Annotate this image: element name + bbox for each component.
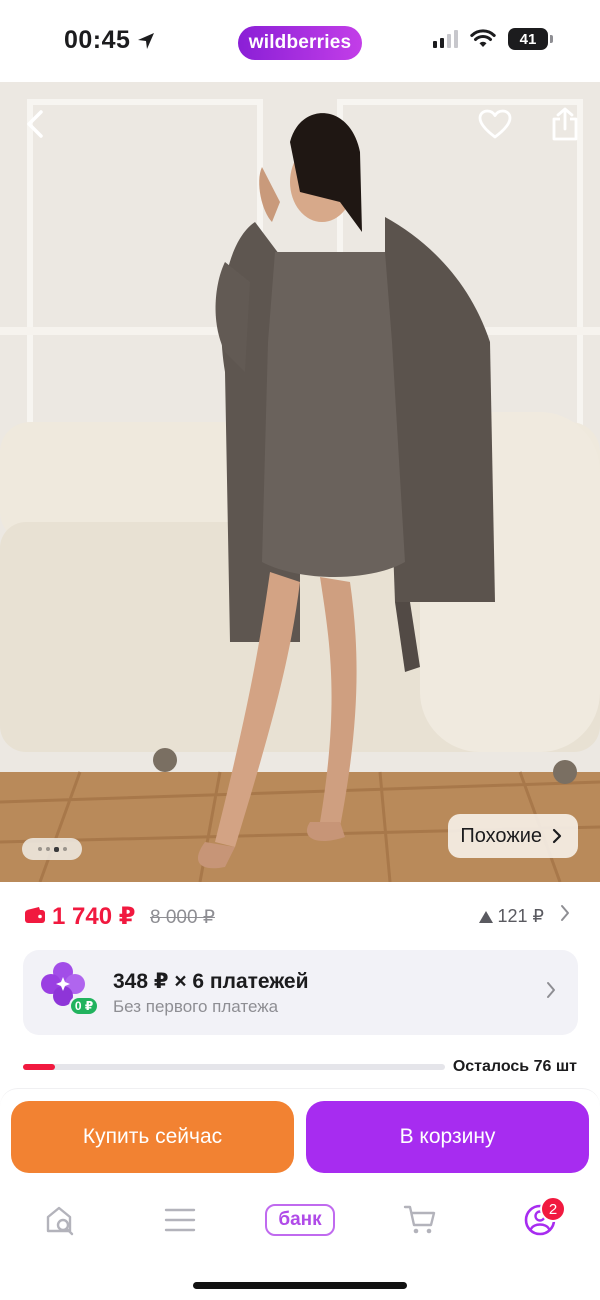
price-row[interactable]: 1 740 ₽ 8 000 ₽ 121 ₽ [0, 882, 600, 948]
add-to-cart-button[interactable]: В корзину [306, 1101, 589, 1173]
chevron-right-icon [561, 905, 569, 921]
home-indicator [193, 1282, 407, 1289]
favorite-button[interactable] [473, 102, 517, 146]
bank-logo: банк [265, 1204, 335, 1236]
tab-cart[interactable] [390, 1198, 450, 1242]
profile-notification-badge: 2 [540, 1196, 566, 1222]
purchase-actions: Купить сейчас В корзину [0, 1088, 600, 1188]
profile-badge-count: 2 [548, 1200, 558, 1218]
menu-icon [164, 1208, 196, 1232]
zero-payment-badge-text: 0 ₽ [74, 999, 94, 1013]
heart-icon [478, 109, 512, 139]
status-bar: 00:45 wildberries 41 [0, 0, 600, 82]
installment-title: 348 ₽ × 6 платежей [113, 970, 309, 993]
home-search-icon [46, 1206, 74, 1236]
gallery-dot [37, 847, 42, 851]
product-photo [0, 82, 600, 882]
share-button[interactable] [543, 102, 587, 146]
wifi-icon [470, 29, 496, 47]
gallery-dot [45, 847, 50, 851]
gallery-dot [62, 847, 67, 851]
stock-remaining: Осталось 76 шт [452, 1058, 577, 1075]
battery-level: 41 [519, 30, 537, 48]
price-change: 121 ₽ [478, 906, 545, 927]
installment-card[interactable]: 0 ₽ 348 ₽ × 6 платежей Без первого плате… [23, 950, 578, 1035]
similar-button-label: Похожие [460, 824, 542, 847]
chevron-right-icon [547, 982, 555, 998]
back-arrow-icon [27, 110, 43, 138]
product-gallery[interactable]: Похожие [0, 82, 600, 882]
old-price: 8 000 ₽ [150, 907, 215, 928]
add-to-cart-label: В корзину [399, 1125, 496, 1148]
price-change-value: 121 ₽ [497, 906, 545, 926]
battery-icon: 41 [508, 28, 553, 50]
installment-subtitle: Без первого платежа [113, 997, 279, 1016]
buy-now-button[interactable]: Купить сейчас [11, 1101, 294, 1173]
bank-label: банк [278, 1209, 322, 1230]
brand-logo-text: wildberries [248, 32, 352, 53]
status-time: 00:45 [64, 26, 156, 55]
bottom-tab-bar: банк 2 [0, 1188, 600, 1300]
gallery-pagination [22, 838, 82, 860]
status-time-text: 00:45 [64, 26, 131, 54]
stock-progress-fill [23, 1064, 55, 1070]
share-icon [552, 107, 578, 141]
gallery-dot [53, 846, 59, 852]
cart-icon [403, 1205, 436, 1234]
signal-icon [433, 30, 458, 48]
tab-home[interactable] [30, 1198, 90, 1242]
tab-catalog[interactable] [150, 1198, 210, 1242]
status-indicators: 41 [433, 28, 553, 50]
zero-payment-badge: 0 ₽ [69, 996, 99, 1016]
similar-button[interactable]: Похожие [448, 814, 578, 858]
chevron-right-icon [552, 828, 562, 844]
current-price: 1 740 ₽ [52, 903, 136, 930]
stock-progress-bar [23, 1064, 445, 1070]
location-arrow-icon [138, 32, 155, 49]
brand-logo: wildberries [238, 26, 362, 60]
triangle-up-icon [478, 910, 493, 923]
buy-now-label: Купить сейчас [82, 1125, 223, 1148]
wallet-icon [25, 907, 45, 923]
tab-bank[interactable]: банк [263, 1198, 337, 1242]
back-button[interactable] [14, 102, 58, 146]
